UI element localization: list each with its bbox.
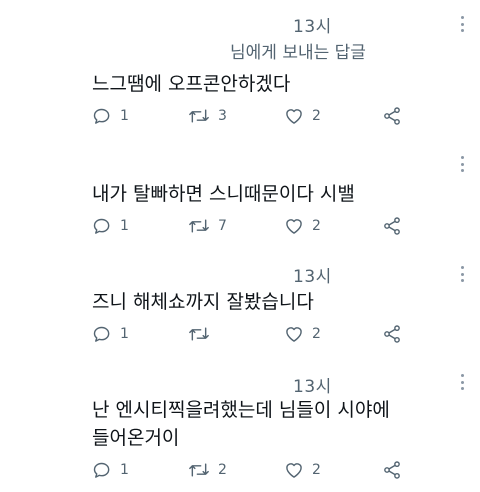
share-button[interactable]: [382, 216, 402, 236]
tweet-time: 13시: [293, 17, 332, 37]
tweet-text: 느그땜에 오프콘안하겠다: [92, 73, 291, 95]
like-count: 2: [312, 326, 321, 342]
tweet-actions: 1 3 2: [92, 106, 412, 130]
reply-icon: [93, 108, 110, 124]
reply-count: 1: [120, 108, 129, 124]
like-icon: [286, 219, 302, 234]
share-icon: [384, 461, 400, 479]
share-icon: [384, 325, 400, 343]
tweet-actions: 1 2: [92, 324, 412, 348]
retweet-button[interactable]: [188, 324, 218, 344]
tweet-actions: 1 2 2: [92, 460, 412, 484]
tweet-text-line: 들어온거이: [92, 427, 180, 449]
tweet-text-line: 난 엔시티찍을려했는데 님들이 시야에: [92, 399, 390, 421]
more-icon[interactable]: [460, 156, 464, 172]
retweet-button[interactable]: 2: [188, 460, 227, 480]
more-icon[interactable]: [460, 374, 464, 390]
retweet-count: 7: [218, 218, 227, 234]
more-icon[interactable]: [460, 16, 464, 32]
like-icon: [286, 109, 302, 124]
reply-icon: [93, 326, 110, 342]
retweet-icon: [189, 109, 209, 123]
tweet[interactable]: 13시 즈니 해체쇼까지 잘봤습니다 1 2: [0, 258, 480, 366]
tweet-text: 즈니 해체쇼까지 잘봤습니다: [92, 291, 314, 313]
like-icon: [286, 463, 302, 478]
retweet-button[interactable]: 7: [188, 216, 227, 236]
retweet-icon: [189, 463, 209, 477]
like-count: 2: [312, 218, 321, 234]
share-button[interactable]: [382, 324, 402, 344]
reply-button[interactable]: 1: [92, 324, 129, 344]
reply-button[interactable]: 1: [92, 216, 129, 236]
reply-to-label[interactable]: 님에게 보내는 답글: [230, 38, 366, 63]
reply-count: 1: [120, 462, 129, 478]
retweet-icon: [189, 219, 209, 233]
tweet-text: 내가 탈빠하면 스니때문이다 시밸: [92, 183, 355, 205]
tweet-actions: 1 7 2: [92, 216, 412, 240]
reply-count: 1: [120, 326, 129, 342]
retweet-count: 2: [218, 462, 227, 478]
more-icon[interactable]: [460, 266, 464, 282]
share-button[interactable]: [382, 460, 402, 480]
reply-button[interactable]: 1: [92, 460, 129, 480]
reply-icon: [93, 218, 110, 234]
like-count: 2: [312, 108, 321, 124]
like-icon: [286, 327, 302, 342]
tweet[interactable]: 13시 님에게 보내는 답글 느그땜에 오프콘안하겠다 1 3 2: [0, 0, 480, 140]
tweet[interactable]: 내가 탈빠하면 스니때문이다 시밸 1 7 2: [0, 140, 480, 258]
tweet-time: 13시: [293, 267, 332, 287]
like-button[interactable]: 2: [284, 106, 321, 126]
reply-icon: [93, 462, 110, 478]
tweet[interactable]: 13시 난 엔시티찍을려했는데 님들이 시야에 들어온거이 1 2 2: [0, 366, 480, 492]
like-button[interactable]: 2: [284, 216, 321, 236]
like-count: 2: [312, 462, 321, 478]
retweet-icon: [189, 327, 209, 341]
share-icon: [384, 107, 400, 125]
like-button[interactable]: 2: [284, 460, 321, 480]
share-icon: [384, 217, 400, 235]
retweet-count: 3: [218, 108, 227, 124]
reply-button[interactable]: 1: [92, 106, 129, 126]
share-button[interactable]: [382, 106, 402, 126]
like-button[interactable]: 2: [284, 324, 321, 344]
reply-count: 1: [120, 218, 129, 234]
tweet-time: 13시: [293, 377, 332, 397]
retweet-button[interactable]: 3: [188, 106, 227, 126]
